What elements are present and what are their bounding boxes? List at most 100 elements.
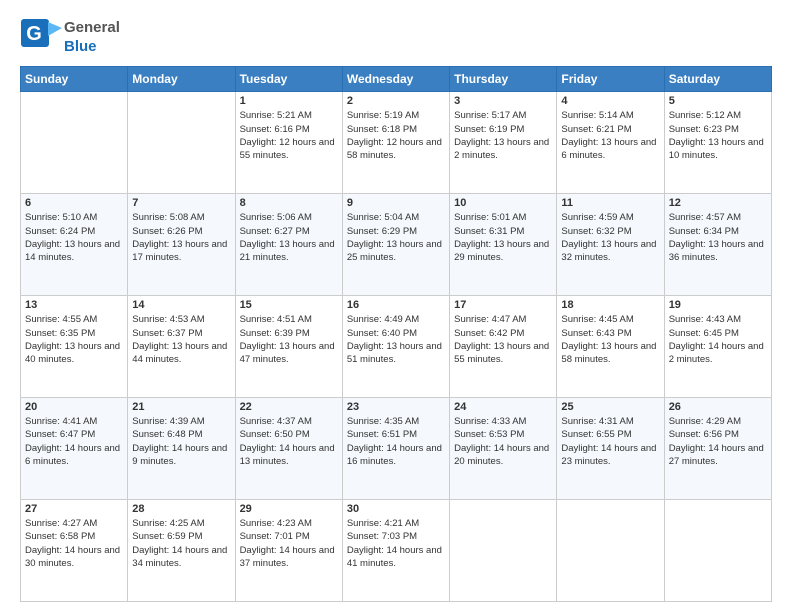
day-info: Sunrise: 4:39 AMSunset: 6:48 PMDaylight:… (132, 415, 230, 468)
day-number: 15 (240, 299, 338, 311)
day-info: Sunrise: 5:21 AMSunset: 6:16 PMDaylight:… (240, 109, 338, 162)
logo: G General Blue (20, 18, 120, 56)
day-info: Sunrise: 4:59 AMSunset: 6:32 PMDaylight:… (561, 211, 659, 264)
day-info: Sunrise: 5:04 AMSunset: 6:29 PMDaylight:… (347, 211, 445, 264)
calendar-cell: 19Sunrise: 4:43 AMSunset: 6:45 PMDayligh… (664, 296, 771, 398)
day-info: Sunrise: 5:10 AMSunset: 6:24 PMDaylight:… (25, 211, 123, 264)
day-info: Sunrise: 4:43 AMSunset: 6:45 PMDaylight:… (669, 313, 767, 366)
calendar-cell (128, 92, 235, 194)
day-number: 13 (25, 299, 123, 311)
calendar-cell: 27 Sunrise: 4:27 AMSunset: 6:58 PMDayligh… (21, 500, 128, 602)
calendar-cell: 7Sunrise: 5:08 AMSunset: 6:26 PMDaylight… (128, 194, 235, 296)
calendar-week-3: 13 Sunrise: 4:55 AMSunset: 6:35 PMDayligh… (21, 296, 772, 398)
weekday-header-row: SundayMondayTuesdayWednesdayThursdayFrid… (21, 67, 772, 92)
day-info: Sunrise: 4:51 AMSunset: 6:39 PMDaylight:… (240, 313, 338, 366)
day-info: Sunrise: 5:17 AMSunset: 6:19 PMDaylight:… (454, 109, 552, 162)
day-number: 18 (561, 299, 659, 311)
calendar-cell: 21 Sunrise: 4:39 AMSunset: 6:48 PMDayligh… (128, 398, 235, 500)
day-number: 28 (132, 503, 230, 515)
calendar-cell: 5 Sunrise: 5:12 AMSunset: 6:23 PMDaylight… (664, 92, 771, 194)
calendar-cell: 10 Sunrise: 5:01 AMSunset: 6:31 PMDayligh… (450, 194, 557, 296)
logo-general: General (64, 19, 120, 36)
day-number: 22 (240, 401, 338, 413)
day-info: Sunrise: 4:53 AMSunset: 6:37 PMDaylight:… (132, 313, 230, 366)
day-number: 6 (25, 197, 123, 209)
day-number: 14 (132, 299, 230, 311)
calendar-cell: 28 Sunrise: 4:25 AMSunset: 6:59 PMDayligh… (128, 500, 235, 602)
day-info: Sunrise: 5:01 AMSunset: 6:31 PMDaylight:… (454, 211, 552, 264)
calendar-week-2: 6 Sunrise: 5:10 AMSunset: 6:24 PMDaylight… (21, 194, 772, 296)
calendar-cell: 24 Sunrise: 4:33 AMSunset: 6:53 PMDayligh… (450, 398, 557, 500)
calendar-cell (557, 500, 664, 602)
day-info: Sunrise: 4:47 AMSunset: 6:42 PMDaylight:… (454, 313, 552, 366)
calendar-cell: 25 Sunrise: 4:31 AMSunset: 6:55 PMDayligh… (557, 398, 664, 500)
calendar-cell: 13 Sunrise: 4:55 AMSunset: 6:35 PMDayligh… (21, 296, 128, 398)
day-number: 4 (561, 95, 659, 107)
calendar-cell: 12 Sunrise: 4:57 AMSunset: 6:34 PMDayligh… (664, 194, 771, 296)
day-info: Sunrise: 4:31 AMSunset: 6:55 PMDaylight:… (561, 415, 659, 468)
logo-icon: G (20, 18, 62, 56)
calendar-cell: 22 Sunrise: 4:37 AMSunset: 6:50 PMDayligh… (235, 398, 342, 500)
day-info: Sunrise: 4:45 AMSunset: 6:43 PMDaylight:… (561, 313, 659, 366)
calendar-cell: 30Sunrise: 4:21 AMSunset: 7:03 PMDayligh… (342, 500, 449, 602)
calendar-cell: 6 Sunrise: 5:10 AMSunset: 6:24 PMDaylight… (21, 194, 128, 296)
day-info: Sunrise: 4:55 AMSunset: 6:35 PMDaylight:… (25, 313, 123, 366)
calendar-cell: 11Sunrise: 4:59 AMSunset: 6:32 PMDayligh… (557, 194, 664, 296)
calendar-cell: 29 Sunrise: 4:23 AMSunset: 7:01 PMDayligh… (235, 500, 342, 602)
day-info: Sunrise: 4:33 AMSunset: 6:53 PMDaylight:… (454, 415, 552, 468)
day-number: 9 (347, 197, 445, 209)
day-info: Sunrise: 5:19 AMSunset: 6:18 PMDaylight:… (347, 109, 445, 162)
day-number: 24 (454, 401, 552, 413)
calendar-cell: 23Sunrise: 4:35 AMSunset: 6:51 PMDayligh… (342, 398, 449, 500)
day-info: Sunrise: 5:12 AMSunset: 6:23 PMDaylight:… (669, 109, 767, 162)
calendar-cell (450, 500, 557, 602)
calendar-cell: 17 Sunrise: 4:47 AMSunset: 6:42 PMDayligh… (450, 296, 557, 398)
day-info: Sunrise: 4:27 AMSunset: 6:58 PMDaylight:… (25, 517, 123, 570)
header: G General Blue (20, 18, 772, 56)
day-info: Sunrise: 4:25 AMSunset: 6:59 PMDaylight:… (132, 517, 230, 570)
day-number: 30 (347, 503, 445, 515)
day-info: Sunrise: 4:41 AMSunset: 6:47 PMDaylight:… (25, 415, 123, 468)
calendar-cell: 8 Sunrise: 5:06 AMSunset: 6:27 PMDaylight… (235, 194, 342, 296)
calendar-cell (21, 92, 128, 194)
calendar-week-1: 1 Sunrise: 5:21 AMSunset: 6:16 PMDaylight… (21, 92, 772, 194)
day-number: 20 (25, 401, 123, 413)
weekday-header-sunday: Sunday (21, 67, 128, 92)
day-number: 5 (669, 95, 767, 107)
calendar-cell: 14 Sunrise: 4:53 AMSunset: 6:37 PMDayligh… (128, 296, 235, 398)
logo-blue: Blue (64, 38, 97, 55)
weekday-header-monday: Monday (128, 67, 235, 92)
calendar-cell: 1 Sunrise: 5:21 AMSunset: 6:16 PMDaylight… (235, 92, 342, 194)
day-number: 21 (132, 401, 230, 413)
calendar-cell: 2 Sunrise: 5:19 AMSunset: 6:18 PMDaylight… (342, 92, 449, 194)
day-info: Sunrise: 4:29 AMSunset: 6:56 PMDaylight:… (669, 415, 767, 468)
day-number: 1 (240, 95, 338, 107)
weekday-header-wednesday: Wednesday (342, 67, 449, 92)
day-number: 2 (347, 95, 445, 107)
calendar-cell (664, 500, 771, 602)
calendar-week-4: 20 Sunrise: 4:41 AMSunset: 6:47 PMDayligh… (21, 398, 772, 500)
calendar-cell: 3 Sunrise: 5:17 AMSunset: 6:19 PMDaylight… (450, 92, 557, 194)
day-number: 10 (454, 197, 552, 209)
calendar-cell: 18 Sunrise: 4:45 AMSunset: 6:43 PMDayligh… (557, 296, 664, 398)
day-number: 17 (454, 299, 552, 311)
calendar-cell: 20 Sunrise: 4:41 AMSunset: 6:47 PMDayligh… (21, 398, 128, 500)
day-number: 25 (561, 401, 659, 413)
day-number: 26 (669, 401, 767, 413)
weekday-header-tuesday: Tuesday (235, 67, 342, 92)
day-number: 3 (454, 95, 552, 107)
day-number: 27 (25, 503, 123, 515)
calendar-cell: 16Sunrise: 4:49 AMSunset: 6:40 PMDayligh… (342, 296, 449, 398)
day-number: 12 (669, 197, 767, 209)
day-info: Sunrise: 4:57 AMSunset: 6:34 PMDaylight:… (669, 211, 767, 264)
svg-text:G: G (26, 23, 42, 45)
day-info: Sunrise: 4:23 AMSunset: 7:01 PMDaylight:… (240, 517, 338, 570)
day-number: 8 (240, 197, 338, 209)
calendar-cell: 26 Sunrise: 4:29 AMSunset: 6:56 PMDayligh… (664, 398, 771, 500)
day-number: 29 (240, 503, 338, 515)
calendar-cell: 15 Sunrise: 4:51 AMSunset: 6:39 PMDayligh… (235, 296, 342, 398)
day-info: Sunrise: 4:37 AMSunset: 6:50 PMDaylight:… (240, 415, 338, 468)
calendar-cell: 9 Sunrise: 5:04 AMSunset: 6:29 PMDaylight… (342, 194, 449, 296)
day-number: 23 (347, 401, 445, 413)
day-info: Sunrise: 5:06 AMSunset: 6:27 PMDaylight:… (240, 211, 338, 264)
